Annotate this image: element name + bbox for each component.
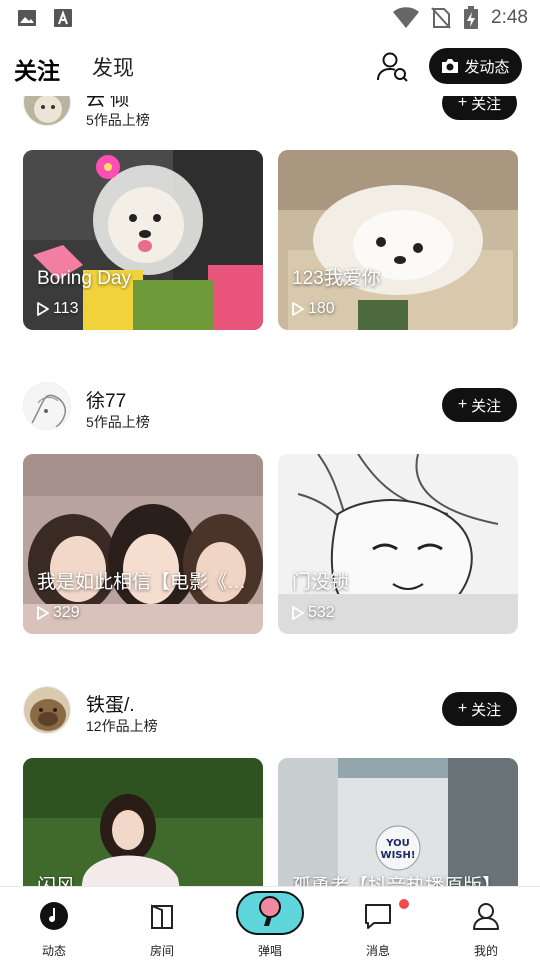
avatar[interactable] bbox=[23, 96, 71, 126]
door-icon bbox=[151, 904, 173, 929]
svg-text:WISH!: WISH! bbox=[381, 850, 416, 861]
follow-label: 关注 bbox=[471, 701, 502, 719]
post-title: 123我爱你 bbox=[292, 268, 381, 289]
user-name[interactable]: 云 倾 bbox=[86, 96, 129, 111]
play-count: 113 bbox=[37, 300, 79, 318]
post-title: 孤勇者【抖音热播原版】 bbox=[292, 871, 510, 886]
play-count-value: 532 bbox=[308, 604, 335, 621]
person-icon bbox=[473, 903, 499, 930]
post-card[interactable]: 门没锁 532 bbox=[278, 454, 518, 634]
play-icon bbox=[292, 302, 304, 316]
avatar[interactable] bbox=[23, 686, 71, 734]
play-count-value: 113 bbox=[53, 300, 79, 317]
nav-label: 消息 bbox=[365, 944, 390, 958]
nav-label: 房间 bbox=[149, 944, 174, 958]
nav-item-moments[interactable]: 动态 bbox=[0, 887, 108, 960]
play-count-value: 180 bbox=[308, 300, 335, 317]
post-thumbnail bbox=[23, 758, 263, 886]
play-count: 532 bbox=[292, 604, 335, 622]
follow-label: 关注 bbox=[471, 397, 502, 415]
nav-item-messages[interactable]: 消息 bbox=[324, 887, 432, 960]
plus-icon: + bbox=[457, 700, 468, 717]
camera-icon bbox=[442, 59, 459, 73]
feed-list[interactable]: 云 倾 5作品上榜 + 关注 Boring Day 113 123我爱你 180… bbox=[0, 96, 540, 886]
music-note-icon bbox=[40, 902, 68, 930]
post-title: 闪风 bbox=[37, 871, 255, 886]
plus-icon: + bbox=[457, 96, 468, 111]
user-name[interactable]: 徐77 bbox=[86, 386, 126, 413]
post-title: 门没锁 bbox=[292, 572, 350, 593]
chat-bubble-icon bbox=[365, 904, 391, 929]
user-ranking-count: 5作品上榜 bbox=[86, 414, 150, 430]
avatar[interactable] bbox=[23, 382, 71, 430]
nav-label: 弹唱 bbox=[257, 944, 282, 958]
play-icon bbox=[37, 606, 49, 620]
post-title: Boring Day bbox=[37, 268, 131, 289]
status-bar: 2:48 bbox=[0, 0, 540, 36]
play-count: 180 bbox=[292, 300, 335, 318]
unread-badge bbox=[399, 899, 409, 909]
plus-icon: + bbox=[457, 396, 468, 413]
play-count-value: 329 bbox=[53, 604, 80, 621]
follow-label: 关注 bbox=[471, 96, 502, 113]
top-header: 关注 发现 发动态 bbox=[0, 36, 540, 96]
post-card[interactable]: 闪风 bbox=[23, 758, 263, 886]
nav-item-sing[interactable]: 弹唱 bbox=[216, 887, 324, 960]
post-thumbnail: YOU WISH! bbox=[278, 758, 518, 886]
post-moment-button[interactable]: 发动态 bbox=[429, 48, 522, 84]
battery-charging-icon bbox=[464, 6, 479, 29]
image-icon bbox=[18, 10, 36, 26]
tab-discover[interactable]: 发现 bbox=[92, 52, 134, 82]
nav-label: 动态 bbox=[41, 944, 66, 958]
nav-label: 我的 bbox=[473, 944, 498, 958]
nav-item-me[interactable]: 我的 bbox=[432, 887, 540, 960]
text-a-icon bbox=[54, 9, 72, 27]
user-name[interactable]: 铁蛋/. bbox=[86, 690, 135, 717]
user-ranking-count: 5作品上榜 bbox=[86, 112, 150, 128]
follow-button[interactable]: + 关注 bbox=[442, 692, 517, 726]
svg-text:YOU: YOU bbox=[385, 838, 410, 849]
follow-button[interactable]: + 关注 bbox=[442, 96, 517, 120]
clock: 2:48 bbox=[491, 7, 528, 28]
post-card[interactable]: 我是如此相信【电影《… 329 bbox=[23, 454, 263, 634]
follow-button[interactable]: + 关注 bbox=[442, 388, 517, 422]
play-count: 329 bbox=[37, 604, 80, 622]
post-moment-label: 发动态 bbox=[464, 58, 510, 76]
microphone-icon bbox=[259, 896, 281, 926]
post-card[interactable]: Boring Day 113 bbox=[23, 150, 263, 330]
user-ranking-count: 12作品上榜 bbox=[86, 718, 158, 734]
post-card[interactable]: 123我爱你 180 bbox=[278, 150, 518, 330]
find-user-icon[interactable] bbox=[376, 50, 410, 84]
no-sim-icon bbox=[431, 7, 451, 29]
post-title: 我是如此相信【电影《… bbox=[37, 572, 247, 593]
nav-item-rooms[interactable]: 房间 bbox=[108, 887, 216, 960]
bottom-navigation: 动态 房间 弹唱 消息 我的 bbox=[0, 886, 540, 960]
tab-follow[interactable]: 关注 bbox=[14, 52, 60, 86]
wifi-icon bbox=[393, 7, 420, 29]
play-icon bbox=[37, 302, 49, 316]
play-icon bbox=[292, 606, 304, 620]
post-card[interactable]: YOU WISH! 孤勇者【抖音热播原版】 bbox=[278, 758, 518, 886]
